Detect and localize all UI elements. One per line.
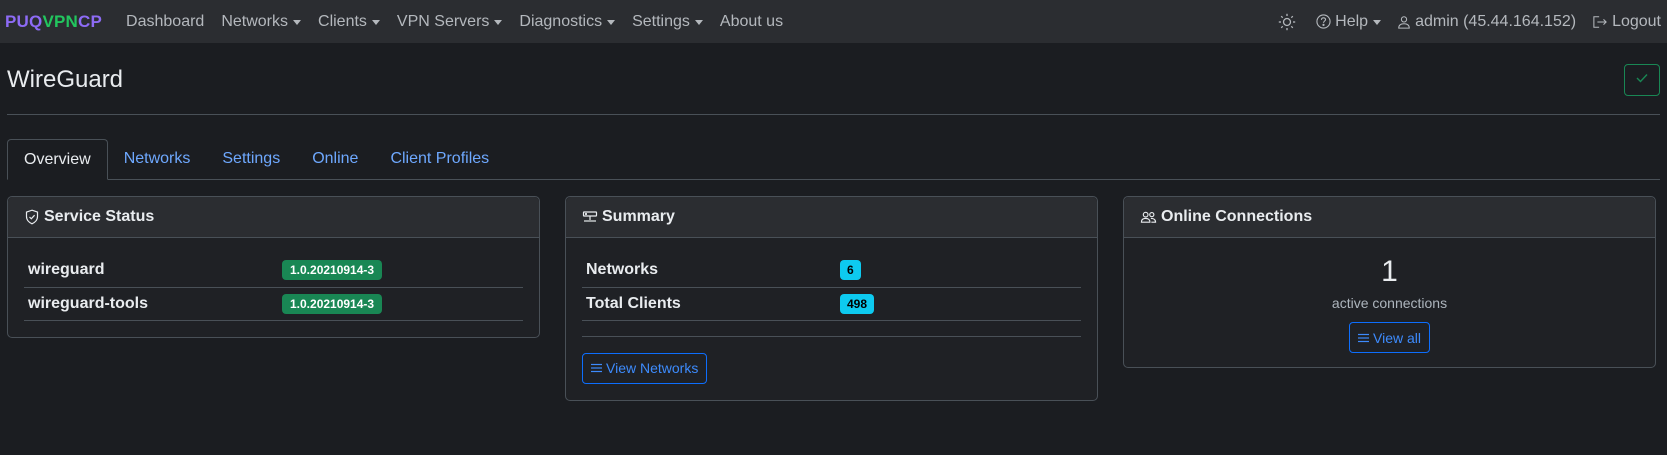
summary-value-cell: 498 (836, 287, 1081, 321)
summary-title: Summary (602, 208, 675, 225)
tab-bar: Overview Networks Settings Online Client… (7, 139, 1660, 180)
nav-vpn-servers-dropdown[interactable]: VPN Servers (396, 12, 503, 31)
summary-label: Networks (582, 254, 836, 288)
caret-down-icon (494, 20, 503, 25)
version-badge: 1.0.20210914-3 (282, 260, 383, 281)
summary-value-cell: 6 (836, 254, 1081, 288)
view-all-button[interactable]: View all (1349, 322, 1430, 353)
tab-online[interactable]: Online (296, 139, 374, 180)
online-connections-title: Online Connections (1161, 208, 1313, 225)
nav-settings-dropdown[interactable]: Settings (632, 13, 703, 31)
nav-diagnostics-label: Diagnostics (519, 12, 603, 30)
caret-down-icon (607, 20, 616, 25)
sun-icon (1278, 13, 1296, 31)
brand-part-1: PUQ (5, 11, 43, 31)
nav-dashboard-label: Dashboard (126, 12, 205, 30)
caret-down-icon (1373, 20, 1382, 25)
summary-card: Summary Networks 6 Total Clients 498 Vie… (565, 196, 1098, 401)
summary-body: Networks 6 Total Clients 498 View Networ… (566, 238, 1097, 400)
page-header: WireGuard (7, 43, 1660, 115)
tab-client-profiles[interactable]: Client Profiles (374, 139, 505, 180)
theme-toggle[interactable] (1278, 13, 1300, 31)
table-row: Networks 6 (582, 254, 1081, 288)
nav-clients-label: Clients (318, 12, 367, 30)
nav-clients-dropdown[interactable]: Clients (318, 13, 380, 31)
logout-icon (1592, 15, 1608, 29)
nav-networks-label: Networks (221, 12, 289, 30)
online-connections-header: Online Connections (1124, 197, 1655, 238)
nav-about-us[interactable]: About us (720, 13, 783, 31)
service-name: wireguard-tools (24, 287, 278, 321)
nav-networks-dropdown[interactable]: Networks (221, 12, 302, 31)
tab-overview[interactable]: Overview (7, 139, 108, 180)
divider (582, 321, 1081, 337)
list-icon (591, 363, 602, 373)
caret-down-icon (371, 20, 380, 25)
tab-networks[interactable]: Networks (108, 139, 207, 180)
user-label: admin (45.44.164.152) (1415, 12, 1577, 30)
service-status-title: Service Status (44, 208, 155, 225)
service-name: wireguard (24, 254, 278, 288)
service-status-header: Service Status (8, 197, 539, 238)
version-badge: 1.0.20210914-3 (282, 293, 383, 314)
view-networks-label: View Networks (606, 360, 699, 376)
table-row: wireguard-tools 1.0.20210914-3 (24, 287, 523, 321)
brand-part-3: CP (78, 11, 103, 31)
nav-vpn-servers-label: VPN Servers (396, 12, 490, 30)
count-badge: 498 (840, 293, 875, 314)
tab-settings[interactable]: Settings (206, 139, 296, 180)
question-circle-icon (1316, 14, 1331, 29)
cards-row: Service Status wireguard 1.0.20210914-3 … (7, 196, 1660, 401)
shield-check-icon (24, 209, 40, 225)
table-row: Total Clients 498 (582, 287, 1081, 321)
page-title: WireGuard (7, 65, 124, 93)
nav-dashboard[interactable]: Dashboard (126, 13, 204, 31)
logout-link[interactable]: Logout (1592, 13, 1661, 31)
active-connections-label: active connections (1331, 295, 1448, 311)
online-connections-card: Online Connections 1 active connections … (1123, 196, 1656, 368)
service-status-body: wireguard 1.0.20210914-3 wireguard-tools… (8, 238, 539, 337)
nav-diagnostics-dropdown[interactable]: Diagnostics (519, 12, 616, 31)
check-icon (1635, 71, 1649, 89)
logout-label: Logout (1612, 12, 1661, 30)
user-menu[interactable]: admin (45.44.164.152) (1397, 13, 1576, 31)
view-all-label: View all (1373, 329, 1421, 346)
nav-right: Help admin (45.44.164.152) Logout (1262, 13, 1661, 31)
people-icon (1140, 209, 1157, 225)
nav-left: PUQVPNCP Dashboard Networks Clients VPN … (5, 12, 800, 32)
server-icon (582, 209, 598, 225)
top-navbar: PUQVPNCP Dashboard Networks Clients VPN … (0, 0, 1667, 43)
table-row: wireguard 1.0.20210914-3 (24, 254, 523, 288)
online-connections-body: 1 active connections View all (1124, 238, 1655, 367)
nav-about-us-label: About us (719, 12, 784, 30)
active-connection-count: 1 (1381, 255, 1398, 288)
brand-part-2: VPN (42, 11, 79, 31)
brand-logo[interactable]: PUQVPNCP (5, 12, 102, 32)
service-version-cell: 1.0.20210914-3 (278, 287, 523, 321)
help-dropdown[interactable]: Help (1316, 12, 1382, 31)
list-icon (1358, 333, 1369, 343)
caret-down-icon (694, 20, 703, 25)
service-status-table: wireguard 1.0.20210914-3 wireguard-tools… (24, 254, 523, 321)
caret-down-icon (293, 20, 302, 25)
service-version-cell: 1.0.20210914-3 (278, 254, 523, 288)
nav-settings-label: Settings (632, 12, 690, 30)
count-badge: 6 (840, 260, 861, 281)
summary-table: Networks 6 Total Clients 498 (582, 254, 1081, 321)
main-container: WireGuard Overview Networks Settings Onl… (0, 43, 1667, 401)
help-label: Help (1335, 12, 1369, 30)
summary-label: Total Clients (582, 287, 836, 321)
view-networks-button[interactable]: View Networks (582, 352, 708, 384)
person-icon (1397, 15, 1411, 29)
service-status-card: Service Status wireguard 1.0.20210914-3 … (7, 196, 540, 338)
status-check-button[interactable] (1624, 63, 1660, 96)
summary-header: Summary (566, 197, 1097, 238)
